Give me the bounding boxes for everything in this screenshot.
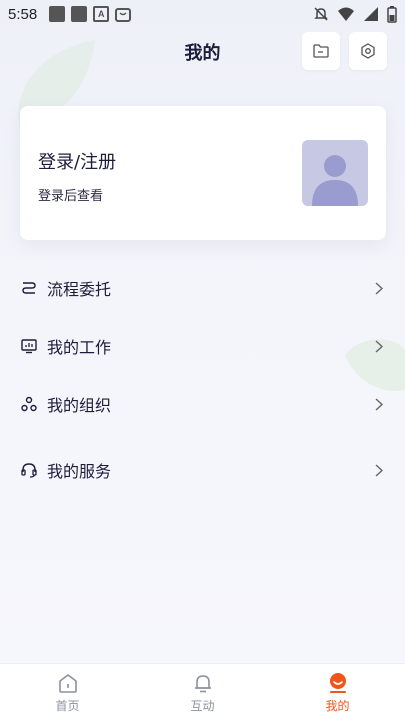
menu-item-flow[interactable]: 流程委托 bbox=[0, 268, 405, 308]
login-title[interactable]: 登录/注册 bbox=[38, 148, 116, 174]
settings-button[interactable] bbox=[349, 32, 387, 70]
monitor-icon bbox=[20, 337, 38, 355]
user-avatar-icon bbox=[312, 155, 358, 206]
page-header: 我的 bbox=[0, 32, 405, 72]
bag-icon bbox=[115, 8, 132, 22]
chevron-right-icon bbox=[375, 281, 383, 295]
tab-profile[interactable]: 我的 bbox=[270, 664, 405, 720]
mute-icon bbox=[314, 7, 328, 21]
menu-item-label: 我的工作 bbox=[47, 338, 112, 357]
tab-interact[interactable]: 互动 bbox=[135, 664, 270, 720]
battery-icon bbox=[387, 5, 397, 23]
menu-item-work[interactable]: 我的工作 bbox=[0, 326, 405, 366]
gear-icon bbox=[361, 43, 375, 59]
tab-label: 我的 bbox=[325, 699, 350, 713]
flow-icon bbox=[20, 279, 38, 297]
login-subtitle: 登录后查看 bbox=[38, 189, 104, 204]
menu-item-organization[interactable]: 我的组织 bbox=[0, 384, 405, 424]
status-time: 5:58 bbox=[8, 5, 38, 23]
organization-icon bbox=[20, 395, 38, 413]
page-title: 我的 bbox=[184, 43, 221, 64]
signal-icon bbox=[364, 7, 378, 21]
tab-home[interactable]: 首页 bbox=[0, 664, 135, 720]
chevron-right-icon bbox=[375, 463, 383, 477]
status-bar: 5:58 A bbox=[0, 0, 405, 28]
menu-item-label: 流程委托 bbox=[47, 280, 112, 299]
profile-icon bbox=[329, 673, 346, 693]
notification-icon bbox=[71, 6, 88, 22]
bell-icon bbox=[194, 675, 211, 693]
headset-icon bbox=[20, 461, 38, 479]
menu-item-label: 我的服务 bbox=[47, 462, 112, 481]
chevron-right-icon bbox=[375, 397, 383, 411]
wifi-icon bbox=[338, 7, 354, 21]
a-badge-icon: A bbox=[93, 6, 110, 22]
login-card[interactable]: 登录/注册 登录后查看 bbox=[20, 106, 386, 240]
chevron-right-icon bbox=[375, 339, 383, 353]
menu-item-service[interactable]: 我的服务 bbox=[0, 450, 405, 490]
menu-item-label: 我的组织 bbox=[47, 396, 112, 415]
tab-label: 首页 bbox=[55, 699, 80, 713]
bottom-tab-bar: 首页 互动 我的 bbox=[0, 663, 405, 720]
folder-icon bbox=[313, 44, 329, 58]
avatar[interactable] bbox=[302, 140, 368, 206]
notification-icon bbox=[49, 6, 66, 22]
folder-button[interactable] bbox=[302, 32, 340, 70]
home-icon bbox=[58, 674, 77, 693]
tab-label: 互动 bbox=[190, 699, 215, 713]
